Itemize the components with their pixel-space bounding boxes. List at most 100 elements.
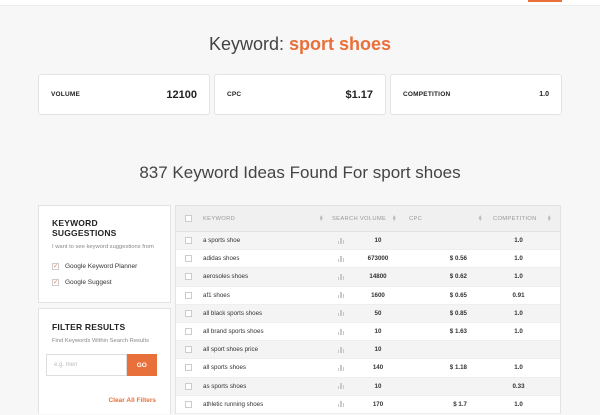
cell-keyword[interactable]: all brand sports shoes <box>200 328 332 335</box>
filter-input[interactable]: e.g. men <box>46 354 127 376</box>
cell-keyword[interactable]: all black sports shoes <box>200 310 332 317</box>
table-row[interactable]: af1 shoes 1600 $ 0.65 0.91 <box>176 287 560 305</box>
cell-keyword[interactable]: as sports shoes <box>200 383 332 390</box>
bar-chart-icon[interactable] <box>338 310 344 317</box>
stat-value: $1.17 <box>345 88 373 101</box>
row-checkbox[interactable] <box>184 328 192 336</box>
row-checkbox[interactable] <box>184 291 192 299</box>
table-row[interactable]: all sports shoes 140 $ 1.18 1.0 <box>176 359 560 378</box>
option-google-keyword-planner[interactable]: ✓ Google Keyword Planner <box>52 263 157 270</box>
checkbox-checked-icon[interactable]: ✓ <box>52 263 59 270</box>
select-all-checkbox[interactable] <box>184 215 192 222</box>
cell-volume: 140 <box>372 364 384 372</box>
cell-keyword[interactable]: athletic running shoes <box>200 401 332 408</box>
cell-volume: 10 <box>374 382 382 390</box>
cell-competition: 1.0 <box>514 364 523 372</box>
table-row[interactable]: aerosoles shoes 14800 $ 0.62 1.0 <box>176 268 560 287</box>
sort-arrows-icon[interactable]: ▲ ▼ <box>547 214 552 222</box>
column-header-cpc[interactable]: CPC ▲ ▼ <box>405 214 483 222</box>
cell-volume: 10 <box>374 328 382 336</box>
nav-accent-tab[interactable] <box>528 0 562 2</box>
filter-help: Find Keywords Within Search Results <box>52 338 149 344</box>
cell-cpc: $ 1.7 <box>453 400 467 408</box>
table-row[interactable]: all black sports shoes 50 $ 0.85 1.0 <box>176 304 560 323</box>
table-header: KEYWORD ▲ ▼ SEARCH VOLUME ▲ ▼ CPC ▲ ▼ COMPETIT… <box>176 206 560 232</box>
bar-chart-icon[interactable] <box>338 346 344 353</box>
column-header-volume[interactable]: SEARCH VOLUME ▲ ▼ <box>332 214 405 222</box>
table-row[interactable]: athletic running shoes 170 $ 1.7 1.0 <box>176 396 560 414</box>
table-row[interactable]: all sport shoes price 10 <box>176 341 560 360</box>
column-header-keyword[interactable]: KEYWORD ▲ ▼ <box>200 214 332 222</box>
cell-volume: 10 <box>374 237 382 245</box>
cell-competition: 1.0 <box>514 309 523 317</box>
table-row[interactable]: a sports shoe 10 1.0 <box>176 232 560 251</box>
cell-cpc: $ 1.63 <box>449 328 467 336</box>
stat-label: CPC <box>227 91 242 98</box>
stat-value: 1.0 <box>539 91 549 98</box>
checkbox-checked-icon[interactable]: ✓ <box>52 279 59 286</box>
row-checkbox[interactable] <box>184 346 192 354</box>
stat-card-cpc: CPC $1.17 <box>214 74 386 115</box>
row-checkbox[interactable] <box>184 273 192 281</box>
stat-value: 12100 <box>166 88 197 101</box>
table-row[interactable]: all brand sports shoes 10 $ 1.63 1.0 <box>176 323 560 342</box>
cell-cpc: $ 1.18 <box>449 364 467 372</box>
bar-chart-icon[interactable] <box>338 273 344 280</box>
row-checkbox[interactable] <box>184 382 192 390</box>
cell-competition: 1.0 <box>514 328 523 336</box>
table-row[interactable]: as sports shoes 10 0.33 <box>176 377 560 396</box>
suggestions-title: KEYWORD SUGGESTIONS <box>52 218 117 238</box>
stat-label: VOLUME <box>51 91 81 98</box>
cell-competition: 1.0 <box>514 400 523 408</box>
filter-results-panel: FILTER RESULTS Find Keywords Within Sear… <box>38 308 171 414</box>
bar-chart-icon[interactable] <box>338 364 344 371</box>
keyword-suggestions-panel: KEYWORD SUGGESTIONS I want to see keywor… <box>38 205 171 303</box>
keyword-value: sport shoes <box>289 34 392 54</box>
bar-chart-icon[interactable] <box>338 328 344 335</box>
option-label: Google Keyword Planner <box>65 263 138 270</box>
cell-keyword[interactable]: all sports shoes <box>200 364 332 371</box>
stat-card-competition: COMPETITION 1.0 <box>390 74 562 115</box>
cell-keyword[interactable]: af1 shoes <box>200 292 332 299</box>
sort-arrows-icon[interactable]: ▲ ▼ <box>392 214 397 222</box>
row-checkbox[interactable] <box>184 237 192 245</box>
row-checkbox[interactable] <box>184 364 192 372</box>
cell-keyword[interactable]: all sport shoes price <box>200 346 332 353</box>
row-checkbox[interactable] <box>184 255 192 263</box>
cell-volume: 170 <box>372 400 384 408</box>
bar-chart-icon[interactable] <box>338 383 344 390</box>
go-button[interactable]: GO <box>126 354 157 376</box>
ideas-heading: 837 Keyword Ideas Found For sport shoes <box>139 163 461 182</box>
bar-chart-icon[interactable] <box>338 237 344 244</box>
clear-filters-link[interactable]: Clear All Filters <box>109 397 156 404</box>
row-checkbox[interactable] <box>184 309 192 317</box>
table-row[interactable]: adidas shoes 673000 $ 0.56 1.0 <box>176 250 560 269</box>
cell-volume: 10 <box>374 346 382 354</box>
cell-volume: 1600 <box>371 291 385 299</box>
row-checkbox[interactable] <box>184 400 192 408</box>
cell-cpc: $ 0.85 <box>449 309 467 317</box>
cell-competition: 0.33 <box>512 382 525 390</box>
bar-chart-icon[interactable] <box>338 292 344 299</box>
cell-cpc: $ 0.65 <box>449 291 467 299</box>
page-title: Keyword: sport shoes <box>0 34 600 55</box>
cell-volume: 50 <box>374 309 382 317</box>
keyword-ideas-table: KEYWORD ▲ ▼ SEARCH VOLUME ▲ ▼ CPC ▲ ▼ COMPETIT… <box>175 205 561 414</box>
sort-arrows-icon[interactable]: ▲ ▼ <box>319 214 324 222</box>
cell-competition: 0.91 <box>512 291 525 299</box>
keyword-label: Keyword: <box>208 34 284 54</box>
cell-keyword[interactable]: adidas shoes <box>200 255 332 262</box>
top-nav-bar <box>0 0 600 6</box>
stat-card-volume: VOLUME 12100 <box>38 74 210 115</box>
option-google-suggest[interactable]: ✓ Google Suggest <box>52 279 157 286</box>
bar-chart-icon[interactable] <box>338 401 344 408</box>
cell-cpc: $ 0.56 <box>449 255 467 263</box>
bar-chart-icon[interactable] <box>338 255 344 262</box>
stat-label: COMPETITION <box>403 91 451 98</box>
filter-title: FILTER RESULTS <box>52 322 126 332</box>
cell-competition: 1.0 <box>514 237 523 245</box>
cell-cpc: $ 0.62 <box>449 273 467 281</box>
cell-keyword[interactable]: a sports shoe <box>200 237 332 244</box>
cell-keyword[interactable]: aerosoles shoes <box>200 273 332 280</box>
column-header-competition[interactable]: COMPETITION ▲ ▼ <box>483 214 560 222</box>
